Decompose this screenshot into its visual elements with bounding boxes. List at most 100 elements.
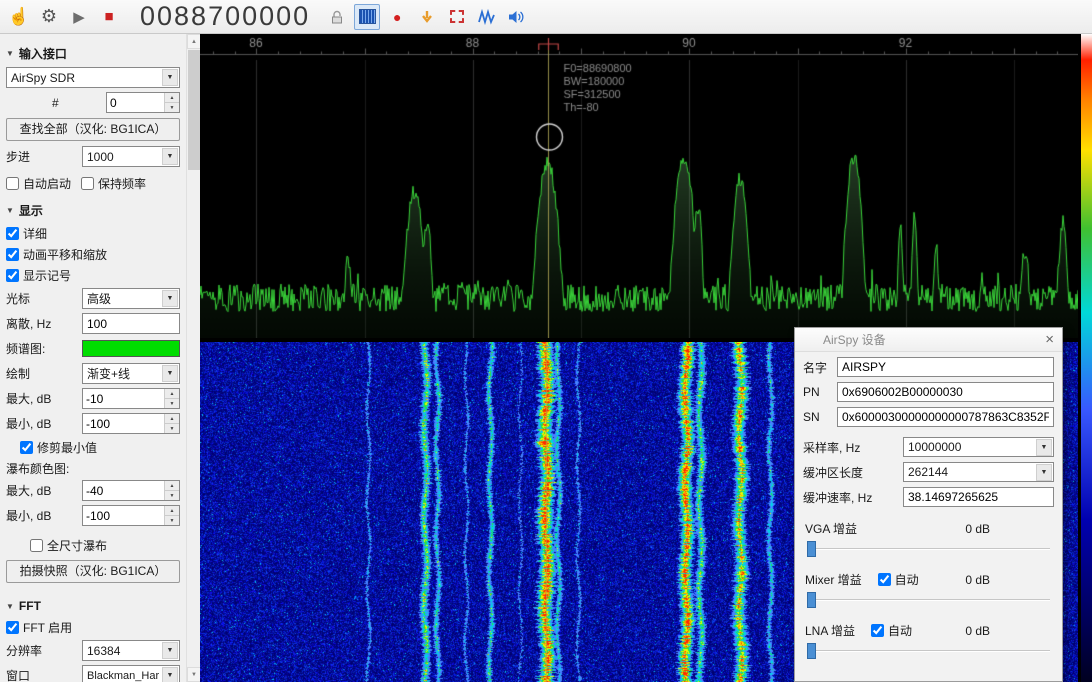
waterfall-colorbar[interactable] (1078, 34, 1092, 682)
mixer-auto-checkbox[interactable] (877, 573, 891, 586)
step-dropdown[interactable]: 1000 (82, 146, 180, 167)
sdrsharp-window: ☝ ⚙ ▶ ■ 0088700000 ● ▼ 输入接口 AirSpy SDR ▼… (0, 0, 1092, 682)
selection-button[interactable] (444, 4, 470, 30)
spinner-down-icon[interactable] (165, 423, 179, 433)
auto-start-checkbox[interactable] (6, 176, 19, 190)
slider-thumb[interactable] (807, 541, 816, 557)
scrollbar-thumb[interactable] (188, 50, 200, 170)
save-button[interactable] (414, 4, 440, 30)
scroll-up-icon[interactable] (187, 34, 201, 49)
waterfall-button[interactable] (474, 4, 500, 30)
sn-input[interactable] (837, 407, 1054, 427)
spinner-down-icon[interactable] (165, 490, 179, 500)
stop-button[interactable]: ■ (96, 4, 122, 30)
pointer-tool-button[interactable]: ☝ (6, 4, 32, 30)
play-button[interactable]: ▶ (66, 4, 92, 30)
lna-gain-slider[interactable] (807, 642, 1050, 660)
wf-max-input[interactable] (83, 481, 164, 500)
fft-enable-checkbox[interactable] (6, 620, 19, 634)
full-waterfall-row[interactable]: 全尺寸瀑布 (30, 536, 180, 554)
close-icon[interactable]: × (1045, 328, 1054, 352)
fft-resolution-value: 16384 (87, 643, 121, 658)
fft-enable-row[interactable]: FFT 启用 (6, 618, 180, 636)
spinner-up-icon[interactable] (165, 506, 179, 515)
lna-auto-row[interactable]: 自动 (871, 622, 912, 639)
spinner-down-icon[interactable] (165, 398, 179, 408)
detail-row[interactable]: 详细 (6, 224, 180, 242)
dialog-titlebar[interactable]: AirSpy 设备 × (795, 328, 1062, 352)
section-input-interface[interactable]: 输入接口 (6, 45, 180, 62)
play-icon: ▶ (73, 8, 85, 26)
sample-rate-dropdown[interactable]: 10000000 (903, 437, 1054, 457)
spinner-down-icon[interactable] (165, 515, 179, 525)
trim-min-row[interactable]: 修剪最小值 (20, 438, 180, 456)
spinner-down-icon[interactable] (165, 102, 179, 112)
frequency-lock-button[interactable] (324, 4, 350, 30)
spec-min-spinner[interactable] (82, 413, 180, 434)
wf-min-spinner[interactable] (82, 505, 180, 526)
trim-min-checkbox[interactable] (20, 440, 33, 454)
hold-frequency-checkbox[interactable] (81, 176, 95, 190)
spec-max-input[interactable] (83, 389, 164, 408)
wf-min-label: 最小, dB (6, 509, 52, 523)
scroll-down-icon[interactable] (187, 667, 201, 682)
mixer-gain-slider[interactable] (807, 591, 1050, 609)
fft-window-dropdown[interactable]: Blackman_Harris (82, 665, 180, 682)
buffer-length-dropdown[interactable]: 262144 (903, 462, 1054, 482)
full-waterfall-checkbox[interactable] (30, 538, 43, 552)
auto-start-row[interactable]: 自动启动 (6, 174, 71, 192)
spectrum-color-swatch[interactable] (82, 340, 180, 357)
animate-checkbox[interactable] (6, 247, 19, 261)
name-label: 名字 (803, 360, 828, 375)
section-fft[interactable]: FFT (6, 599, 180, 613)
colorbar-gradient (1081, 34, 1092, 682)
slider-track (807, 650, 1050, 652)
device-index-spinner[interactable] (106, 92, 180, 113)
mixer-auto-row[interactable]: 自动 (877, 571, 919, 588)
draw-mode-dropdown[interactable]: 渐变+线 (82, 363, 180, 384)
waterfall-icon (478, 8, 495, 25)
spectrum-panel[interactable] (200, 34, 1078, 338)
cursor-dropdown[interactable]: 高级 (82, 288, 180, 309)
vga-gain-slider[interactable] (807, 540, 1050, 558)
animate-row[interactable]: 动画平移和缩放 (6, 245, 180, 263)
frequency-display[interactable]: 0088700000 (140, 1, 310, 32)
spectrum-display-button[interactable] (354, 3, 381, 30)
spinner-up-icon[interactable] (165, 389, 179, 398)
detail-checkbox[interactable] (6, 226, 19, 240)
slider-thumb[interactable] (807, 592, 816, 608)
spinner-up-icon[interactable] (165, 414, 179, 423)
resolution-hz-input[interactable] (82, 313, 180, 334)
snapshot-button[interactable]: 拍摄快照（汉化: BG1ICA） (6, 560, 180, 583)
sidebar-scrollbar[interactable] (186, 34, 201, 682)
spec-min-label: 最小, dB (6, 417, 52, 431)
device-index-input[interactable] (107, 93, 164, 112)
marks-checkbox[interactable] (6, 268, 19, 282)
spinner-up-icon[interactable] (165, 481, 179, 490)
record-icon: ● (392, 8, 402, 25)
unlock-icon (332, 10, 343, 23)
spec-min-input[interactable] (83, 414, 164, 433)
wf-min-input[interactable] (83, 506, 164, 525)
draw-label: 绘制 (6, 367, 31, 381)
fft-resolution-dropdown[interactable]: 16384 (82, 640, 180, 661)
spec-max-spinner[interactable] (82, 388, 180, 409)
name-input[interactable] (837, 357, 1054, 377)
lna-auto-checkbox[interactable] (871, 624, 885, 637)
device-dropdown[interactable]: AirSpy SDR (6, 67, 180, 88)
spinner-up-icon[interactable] (165, 93, 179, 102)
buffer-rate-label: 缓冲速率, Hz (803, 490, 873, 505)
find-all-button[interactable]: 查找全部（汉化: BG1ICA） (6, 118, 180, 141)
audio-button[interactable] (504, 4, 530, 30)
buffer-rate-input[interactable] (903, 487, 1054, 507)
section-display[interactable]: 显示 (6, 202, 180, 219)
settings-button[interactable]: ⚙ (36, 4, 62, 30)
hold-frequency-row[interactable]: 保持频率 (81, 174, 146, 192)
marks-row[interactable]: 显示记号 (6, 266, 180, 284)
record-button[interactable]: ● (384, 4, 410, 30)
slider-thumb[interactable] (807, 643, 816, 659)
pn-input[interactable] (837, 382, 1054, 402)
chevron-down-icon (162, 642, 178, 659)
device-index-label: # (52, 95, 59, 110)
wf-max-spinner[interactable] (82, 480, 180, 501)
